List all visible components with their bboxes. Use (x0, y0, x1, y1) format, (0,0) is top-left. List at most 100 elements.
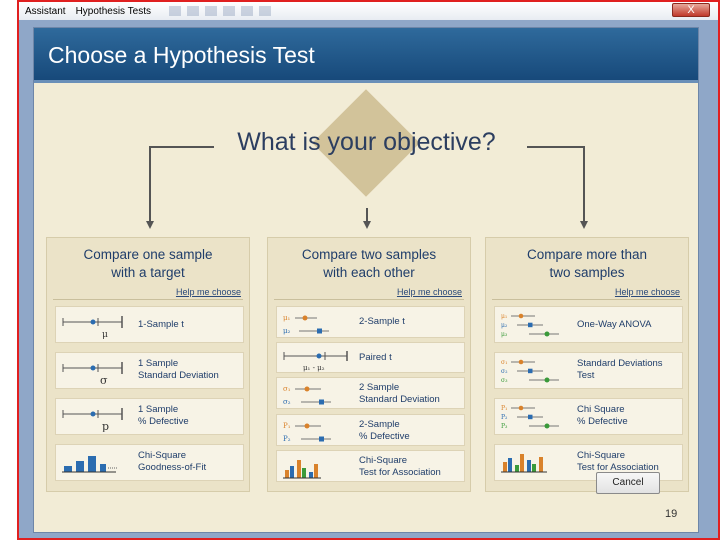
divider (492, 299, 682, 300)
test-label-line: 2 Sample (359, 382, 400, 393)
arrow-left-vertical (149, 146, 151, 222)
help-me-choose-link[interactable]: Help me choose (176, 287, 241, 297)
divider (53, 299, 243, 300)
svg-text:σ₁: σ₁ (283, 385, 291, 393)
test-label: Chi-Square Goodness-of-Fit (138, 450, 206, 474)
test-one-way-anova-button[interactable]: μ₁ μ₂ μ₃ One-Way ANOVA (494, 306, 683, 343)
toolbar-icons (168, 6, 271, 16)
svg-text:σ₂: σ₂ (283, 398, 291, 406)
test-label-line: 1-Sample t (138, 319, 184, 330)
arrow-center-head (363, 221, 371, 229)
svg-text:P₂: P₂ (283, 435, 291, 443)
test-label-line: Chi Square (577, 404, 625, 415)
menu-hypothesis-tests[interactable]: Hypothesis Tests (76, 6, 151, 17)
test-label-line: Chi-Square (577, 450, 626, 461)
test-goodness-of-fit-button[interactable]: Chi-Square Goodness-of-Fit (55, 444, 244, 481)
dialog-header: Choose a Hypothesis Test (34, 28, 698, 83)
p-symbol: p (102, 420, 109, 432)
help-me-choose-link[interactable]: Help me choose (615, 287, 680, 297)
arrow-right-vertical (583, 146, 585, 222)
association-icon (283, 460, 321, 479)
toolbar-icon[interactable] (168, 6, 181, 16)
svg-text:σ₁: σ₁ (501, 359, 508, 366)
column-heading: Compare one sample with a target (47, 246, 249, 282)
help-me-choose-link[interactable]: Help me choose (397, 287, 462, 297)
toolbar-icon[interactable] (258, 6, 271, 16)
test-label: 2-Sample % Defective (359, 419, 410, 443)
sigma-symbol: σ (100, 374, 108, 386)
test-label-line: % Defective (359, 431, 410, 442)
column-one-sample: Compare one sample with a target Help me… (46, 237, 250, 492)
test-label: 1-Sample t (138, 319, 184, 331)
goodness-of-fit-icon (62, 456, 118, 473)
anova-icon: μ₁ μ₂ μ₃ (501, 313, 559, 338)
arrow-left-horizontal (149, 146, 214, 148)
two-sample-defective-icon: P₁ P₂ (283, 422, 331, 443)
test-label-line: 2-Sample t (359, 316, 405, 327)
association-icon (501, 454, 547, 473)
column-heading-line: with a target (111, 265, 185, 280)
mu-symbol: μ (102, 330, 108, 340)
test-label: Chi-Square Test for Association (359, 455, 441, 479)
svg-text:μ₂: μ₂ (283, 327, 291, 335)
chi-square-defective-icon: P₁ P₂ P₃ (501, 405, 559, 430)
test-label-line: Test for Association (359, 467, 441, 478)
test-label-line: % Defective (577, 416, 628, 427)
test-standard-deviations-button[interactable]: σ₁ σ₂ σ₃ Standard Deviations Test (494, 352, 683, 389)
column-heading-line: Compare more than (526, 247, 648, 262)
column-more-samples: Compare more than two samples Help me ch… (485, 237, 689, 492)
arrow-center-vertical (366, 208, 368, 222)
test-2-sample-t-button[interactable]: μ₁ μ₂ 2-Sample t (276, 306, 465, 338)
one-sample-defective-icon: p (62, 408, 123, 432)
test-paired-t-button[interactable]: μ₁ - μ₂ Paired t (276, 342, 465, 373)
test-label-line: 1 Sample (138, 404, 179, 415)
svg-text:μ₁ - μ₂: μ₁ - μ₂ (303, 364, 325, 372)
close-button[interactable]: X (672, 3, 710, 17)
toolbar-icon[interactable] (222, 6, 235, 16)
svg-text:μ₁: μ₁ (501, 313, 507, 320)
test-label-line: Goodness-of-Fit (138, 462, 207, 473)
test-label-line: Standard Deviations (577, 358, 663, 369)
test-label-line: Chi-Square (138, 450, 187, 461)
objective-heading: What is your objective? (237, 128, 496, 156)
menu-assistant[interactable]: Assistant (25, 6, 66, 17)
test-chi-square-defective-button[interactable]: P₁ P₂ P₃ Chi Square % Defective (494, 398, 683, 435)
test-label-line: Chi-Square (359, 455, 408, 466)
svg-text:P₁: P₁ (501, 405, 507, 412)
paired-t-icon: μ₁ - μ₂ (283, 351, 348, 372)
test-label-line: One-Way ANOVA (577, 319, 652, 330)
test-label-line: Standard Deviation (359, 394, 440, 405)
column-heading: Compare more than two samples (486, 246, 688, 282)
toolbar-icon[interactable] (240, 6, 253, 16)
choose-test-dialog: Choose a Hypothesis Test What is your ob… (33, 27, 699, 533)
test-label: 2 Sample Standard Deviation (359, 382, 440, 406)
test-association-button[interactable]: Chi-Square Test for Association (276, 450, 465, 482)
cancel-button[interactable]: Cancel (596, 472, 660, 494)
test-2-sample-defective-button[interactable]: P₁ P₂ 2-Sample % Defective (276, 414, 465, 446)
column-heading-line: Compare one sample (83, 247, 213, 262)
test-1-sample-defective-button[interactable]: p 1 Sample % Defective (55, 398, 244, 435)
column-heading: Compare two samples with each other (268, 246, 470, 282)
test-label: 2-Sample t (359, 316, 405, 328)
svg-text:P₃: P₃ (501, 423, 508, 430)
svg-text:σ₃: σ₃ (501, 377, 508, 384)
arrow-right-head (580, 221, 588, 229)
toolbar-icon[interactable] (186, 6, 199, 16)
divider (274, 299, 464, 300)
svg-text:P₂: P₂ (501, 414, 508, 421)
test-label: One-Way ANOVA (577, 319, 651, 331)
toolbar-icon[interactable] (204, 6, 217, 16)
test-1-sample-stdev-button[interactable]: σ 1 Sample Standard Deviation (55, 352, 244, 389)
one-sample-t-icon: μ (62, 316, 123, 340)
test-label: Standard Deviations Test (577, 358, 663, 382)
test-label: Chi-Square Test for Association (577, 450, 659, 474)
test-1-sample-t-button[interactable]: μ 1-Sample t (55, 306, 244, 343)
test-2-sample-stdev-button[interactable]: σ₁ σ₂ 2 Sample Standard Deviation (276, 377, 465, 409)
column-heading-line: two samples (549, 265, 625, 280)
test-label: Paired t (359, 352, 392, 364)
test-label-line: 2-Sample (359, 419, 400, 430)
dialog-title: Choose a Hypothesis Test (48, 42, 315, 68)
two-sample-t-icon: μ₁ μ₂ (283, 314, 329, 335)
svg-text:σ₂: σ₂ (501, 368, 508, 375)
test-label: Chi Square % Defective (577, 404, 628, 428)
